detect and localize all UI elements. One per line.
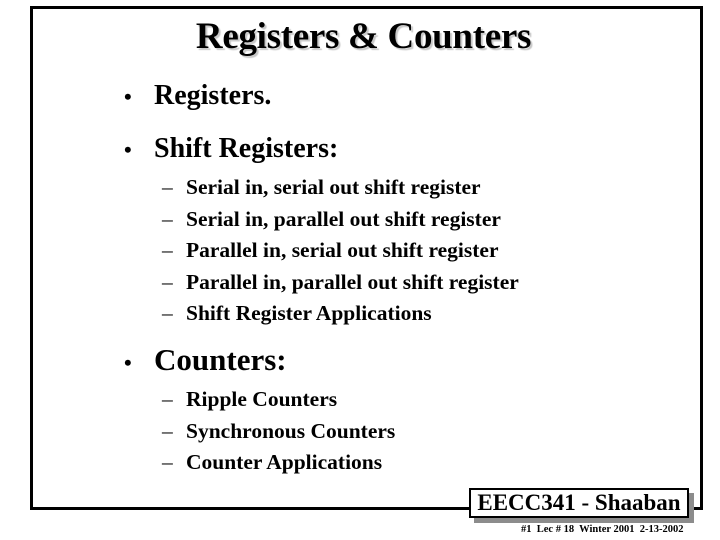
- list-item-label: Ripple Counters: [186, 387, 338, 411]
- bullet-icon: •: [124, 84, 132, 109]
- counters-sublist: – Ripple Counters – Synchronous Counters –…: [162, 384, 395, 479]
- list-item-label: Serial in, serial out shift register: [186, 175, 481, 199]
- list-item: – Synchronous Counters: [162, 416, 395, 448]
- dash-icon: –: [162, 301, 173, 326]
- list-item: – Parallel in, parallel out shift registe…: [162, 267, 519, 299]
- list-item: – Ripple Counters: [162, 384, 395, 416]
- list-item-label: Parallel in, serial out shift register: [186, 238, 499, 263]
- bullet-label: Counters:: [154, 342, 287, 377]
- bullet-label: Registers.: [154, 80, 272, 111]
- dash-icon: –: [162, 450, 173, 475]
- list-item: – Serial in, serial out shift register: [162, 172, 519, 204]
- lecture-meta: #1 Lec # 18 Winter 2001 2-13-2002: [521, 524, 684, 535]
- dash-icon: –: [162, 206, 173, 231]
- list-item: – Counter Applications: [162, 447, 395, 479]
- bullet-registers: • Registers.: [124, 79, 271, 114]
- dash-icon: –: [162, 269, 173, 294]
- dash-icon: –: [162, 238, 173, 263]
- list-item-label: Synchronous Counters: [186, 418, 396, 443]
- list-item-label: Shift Register Applications: [186, 301, 432, 326]
- dash-icon: –: [162, 387, 173, 411]
- bullet-icon: •: [124, 350, 132, 375]
- bullet-icon: •: [124, 137, 132, 162]
- list-item: – Parallel in, serial out shift register: [162, 235, 519, 267]
- dash-icon: –: [162, 418, 173, 443]
- list-item: – Serial in, parallel out shift register: [162, 204, 519, 236]
- bullet-label: Shift Registers:: [154, 133, 339, 164]
- bullet-shift-registers: • Shift Registers:: [124, 132, 338, 167]
- list-item-label: Serial in, parallel out shift register: [186, 206, 501, 231]
- dash-icon: –: [162, 175, 173, 199]
- course-footer-label: EECC341 - Shaaban: [469, 488, 689, 518]
- list-item: – Shift Register Applications: [162, 298, 519, 330]
- slide-title: Registers & Counters: [195, 16, 532, 57]
- list-item-label: Parallel in, parallel out shift register: [186, 269, 519, 294]
- shift-registers-sublist: – Serial in, serial out shift register – S…: [162, 172, 519, 330]
- bullet-counters: • Counters:: [124, 342, 287, 381]
- list-item-label: Counter Applications: [186, 450, 383, 475]
